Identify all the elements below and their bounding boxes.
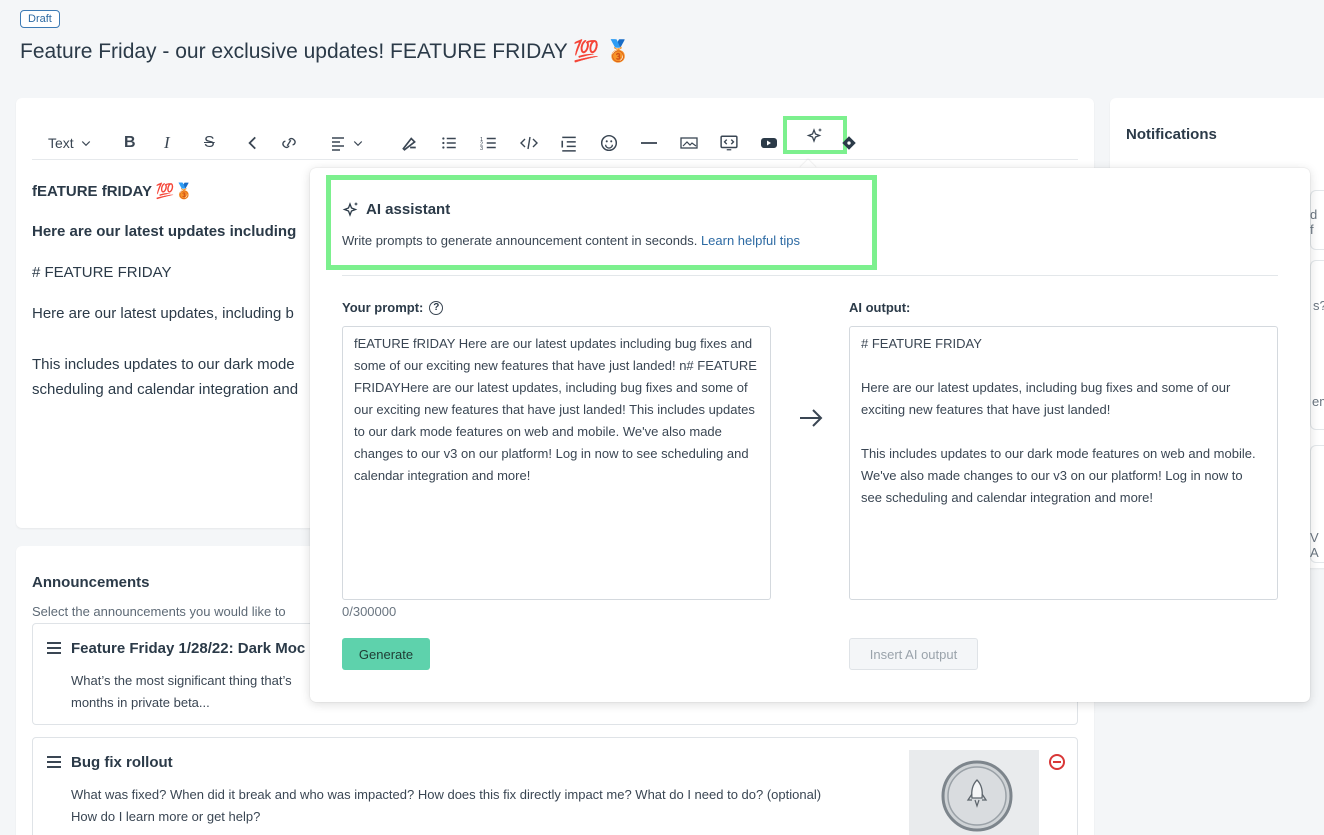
link-icon[interactable] (280, 132, 298, 154)
arrow-right-icon (800, 409, 823, 427)
remove-icon[interactable] (1049, 754, 1065, 770)
announcement-body: What was fixed? When did it break and wh… (71, 784, 891, 828)
announcements-subtitle: Select the announcements you would like … (32, 604, 286, 619)
ai-sparkle-icon (342, 202, 358, 217)
notifications-title: Notifications (1126, 126, 1217, 143)
editor-line[interactable]: Here are our latest updates, including b (32, 305, 294, 322)
announcement-title: Feature Friday 1/28/22: Dark Moc (71, 640, 306, 657)
prompt-label: Your prompt: ? (342, 300, 444, 315)
announcement-title: Bug fix rollout (71, 754, 173, 771)
char-count: 0/300000 (342, 604, 397, 619)
code-icon[interactable] (520, 132, 538, 154)
ai-assistant-title: AI assistant (342, 200, 450, 218)
bold-icon[interactable]: B (124, 132, 136, 154)
ai-header-highlight (326, 175, 877, 270)
notification-text: s? (1313, 298, 1324, 313)
prompt-label-text: Your prompt: (342, 300, 424, 315)
prompt-textarea[interactable]: fEATURE fRIDAY Here are our latest updat… (342, 326, 771, 600)
announcement-body-line: How do I learn more or get help? (71, 809, 261, 824)
back-icon[interactable] (244, 132, 262, 154)
help-icon[interactable]: ? (429, 300, 444, 315)
learn-tips-link[interactable]: Learn helpful tips (701, 233, 800, 248)
notification-text: em (1312, 394, 1324, 409)
announcement-item[interactable]: Bug fix rollout What was fixed? When did… (32, 737, 1078, 835)
text-style-label: Text (48, 135, 74, 151)
numbered-list-icon[interactable]: 123 (480, 132, 498, 154)
indent-icon[interactable] (560, 132, 578, 154)
image-icon[interactable] (680, 132, 698, 154)
ai-assistant-button[interactable] (783, 116, 847, 154)
announcement-thumbnail (909, 750, 1039, 835)
page-title: Feature Friday - our exclusive updates! … (20, 40, 632, 63)
notification-text: V A (1310, 530, 1319, 560)
text-style-dropdown[interactable]: Text (48, 132, 92, 154)
status-badge: Draft (20, 10, 60, 28)
emoji-icon[interactable] (600, 132, 618, 154)
drag-handle-icon[interactable] (47, 756, 61, 771)
popup-divider (342, 275, 1278, 276)
ai-description-text: Write prompts to generate announcement c… (342, 233, 698, 248)
chevron-down-icon (81, 141, 90, 147)
chevron-down-icon (353, 141, 363, 147)
horizontal-rule-icon[interactable] (640, 132, 658, 154)
editor-heading[interactable]: fEATURE fRIDAY 💯🥉 (32, 182, 193, 200)
youtube-icon[interactable] (760, 132, 778, 154)
editor-line[interactable]: This includes updates to our dark mode (32, 356, 295, 373)
editor-subheading[interactable]: Here are our latest updates including (32, 223, 296, 240)
drag-handle-icon[interactable] (47, 642, 61, 657)
ai-assistant-title-text: AI assistant (366, 200, 451, 218)
notification-text: d f (1310, 207, 1318, 237)
rocket-icon (941, 760, 1013, 832)
insert-ai-output-button[interactable]: Insert AI output (849, 638, 978, 670)
ai-output-textarea[interactable]: # FEATURE FRIDAY Here are our latest upd… (849, 326, 1278, 600)
generate-button[interactable]: Generate (342, 638, 430, 670)
italic-icon[interactable]: I (164, 132, 170, 154)
bullet-list-icon[interactable] (440, 132, 458, 154)
editor-toolbar: Text B I S 123 (32, 116, 1078, 160)
editor-line[interactable]: scheduling and calendar integration and (32, 381, 298, 398)
ai-assistant-description: Write prompts to generate announcement c… (342, 233, 800, 248)
output-label: AI output: (849, 300, 911, 315)
strikethrough-icon[interactable]: S (204, 132, 215, 154)
svg-text:3: 3 (480, 146, 483, 152)
announcement-body-line: What was fixed? When did it break and wh… (71, 787, 822, 802)
clear-format-icon[interactable] (400, 132, 418, 154)
align-dropdown[interactable] (330, 132, 364, 154)
editor-line[interactable]: # FEATURE FRIDAY (32, 264, 171, 281)
diamond-icon[interactable] (840, 132, 858, 154)
embed-icon[interactable] (720, 132, 738, 154)
align-icon (332, 137, 344, 151)
announcements-title: Announcements (32, 574, 150, 591)
ai-sparkle-icon (806, 128, 822, 143)
